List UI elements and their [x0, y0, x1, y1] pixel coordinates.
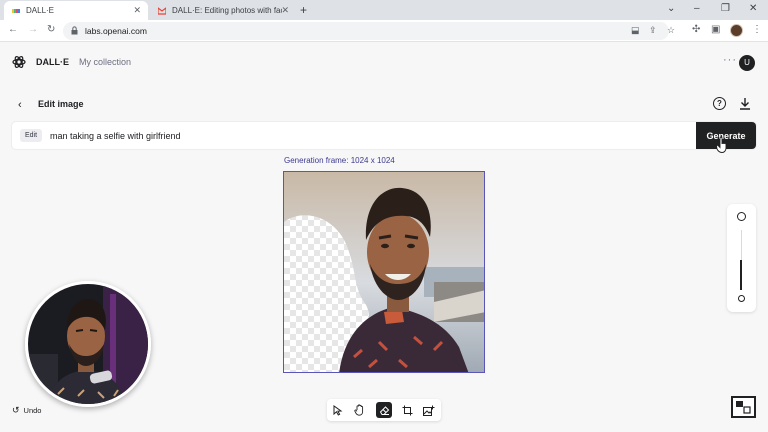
user-avatar[interactable]: U	[739, 55, 755, 71]
generation-frame[interactable]	[283, 171, 485, 373]
download-icon[interactable]	[739, 97, 751, 110]
browser-tab-strip: DALL·E ✕ DALL·E: Editing photos with fac…	[0, 0, 768, 20]
zoom-min-icon[interactable]	[738, 295, 745, 302]
restore-icon[interactable]: ❐	[721, 3, 730, 14]
presenter-video	[28, 284, 148, 404]
my-collection-link[interactable]: My collection	[79, 57, 131, 67]
help-icon[interactable]: ?	[713, 97, 726, 110]
prompt-bar: Edit Generate	[12, 122, 756, 149]
url-text: labs.openai.com	[85, 26, 147, 36]
webcam-overlay	[25, 281, 151, 407]
zoom-max-icon[interactable]	[737, 212, 746, 221]
undo-button[interactable]: ↺ Undo	[12, 402, 41, 418]
edited-photo	[284, 172, 484, 372]
share-icon[interactable]: ⇪	[649, 25, 657, 36]
hand-pointer-cursor-icon	[716, 137, 727, 153]
app-header: DALL·E My collection ··· U	[0, 42, 768, 82]
window-close-icon[interactable]: ✕	[749, 3, 757, 14]
forward-arrow-icon[interactable]: →	[28, 24, 38, 35]
new-tab-icon[interactable]: +	[300, 3, 307, 17]
zoom-slider-panel	[727, 204, 756, 312]
page-title: Edit image	[38, 99, 84, 109]
minimize-icon[interactable]: –	[694, 3, 700, 14]
address-bar[interactable]: labs.openai.com ⬓ ⇪ ☆	[63, 22, 675, 40]
browser-menu-icon[interactable]: ⋮	[752, 24, 762, 35]
browser-profile-avatar[interactable]	[730, 24, 743, 37]
bookmark-star-icon[interactable]: ☆	[667, 25, 675, 36]
close-tab-icon[interactable]: ✕	[133, 5, 141, 16]
lock-icon	[71, 26, 78, 35]
undo-label: Undo	[23, 405, 42, 415]
tab-search-icon[interactable]: ⌄	[667, 3, 675, 14]
prompt-input[interactable]	[50, 128, 650, 143]
back-arrow-icon[interactable]: ←	[8, 24, 18, 35]
browser-toolbar: ← → ↻ labs.openai.com ⬓ ⇪ ☆ ✣ ▣ ⋮	[0, 20, 768, 42]
more-options-icon[interactable]: ···	[723, 54, 737, 66]
browser-tab-title: DALL·E	[26, 6, 55, 15]
edit-mode-chip: Edit	[20, 129, 43, 142]
select-arrow-icon[interactable]	[330, 402, 346, 418]
minimap-icon[interactable]	[731, 396, 756, 418]
browser-tab-title: DALL·E: Editing photos with face	[172, 6, 282, 15]
install-app-icon[interactable]: ⬓	[631, 25, 640, 36]
eraser-icon[interactable]	[376, 402, 392, 418]
side-panel-icon[interactable]: ▣	[711, 24, 720, 35]
crop-frame-icon[interactable]	[399, 402, 415, 418]
hand-icon[interactable]	[351, 402, 367, 418]
browser-tab-dalle[interactable]: DALL·E ✕	[4, 1, 148, 20]
close-tab-icon[interactable]: ✕	[281, 5, 289, 16]
extensions-puzzle-icon[interactable]: ✣	[692, 24, 700, 35]
zoom-slider-fill[interactable]	[740, 260, 742, 290]
generation-frame-label: Generation frame: 1024 x 1024	[284, 156, 395, 165]
chevron-left-icon[interactable]: ‹	[18, 99, 22, 111]
reload-icon[interactable]: ↻	[47, 24, 55, 35]
gmail-favicon-icon	[158, 6, 166, 15]
dalle-favicon-icon	[12, 8, 20, 13]
undo-icon: ↺	[12, 404, 20, 415]
openai-logo-icon[interactable]	[12, 55, 26, 69]
add-image-icon[interactable]	[421, 402, 437, 418]
tool-palette	[327, 399, 441, 421]
browser-tab-gmail[interactable]: DALL·E: Editing photos with face ✕	[150, 1, 296, 20]
brand-link[interactable]: DALL·E	[36, 57, 69, 67]
